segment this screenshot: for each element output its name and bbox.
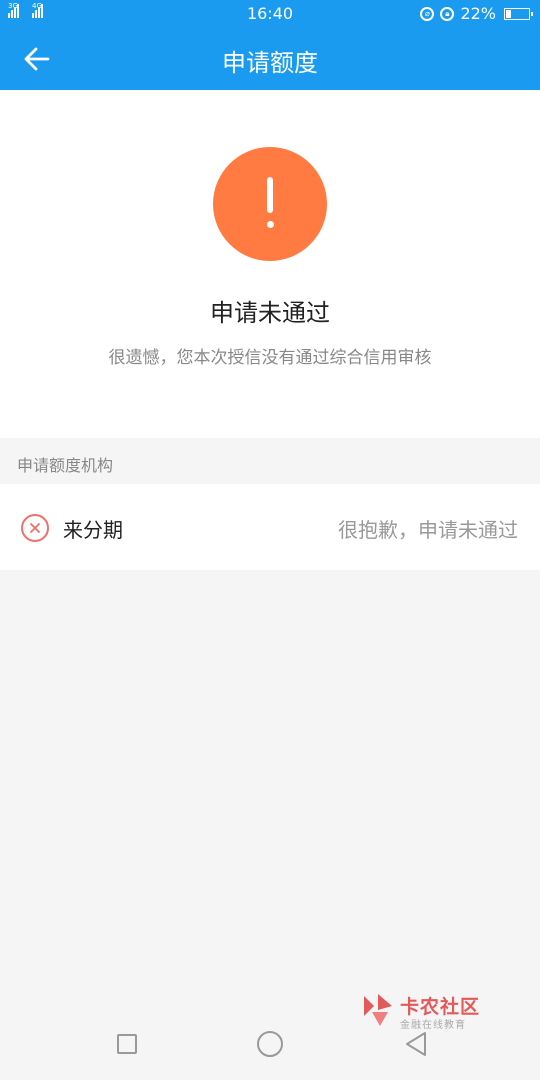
header-bar: 申请额度 [0, 28, 540, 90]
battery-level [506, 9, 511, 18]
triangle-back-icon [406, 1032, 426, 1056]
system-nav-bar [0, 1012, 540, 1080]
org-name: 来分期 [63, 518, 123, 542]
vibrate-mute-icon: ⌀ [420, 6, 435, 21]
rotation-lock-icon: 🔒︎ [440, 6, 455, 21]
exclamation-icon [213, 147, 327, 261]
home-button[interactable] [257, 1031, 283, 1057]
page-title: 申请额度 [222, 49, 318, 77]
status-right: ⌀ 🔒︎ 22% [420, 4, 533, 23]
section-header: 申请额度机构 [0, 438, 540, 484]
section-header-label: 申请额度机构 [17, 456, 114, 475]
close-circle-icon [21, 514, 49, 542]
result-description: 很遗憾，您本次授信没有通过综合信用审核 [108, 348, 432, 368]
recent-apps-button[interactable] [117, 1034, 137, 1054]
org-row[interactable]: 来分期 很抱歉，申请未通过 [0, 484, 540, 570]
result-panel: 申请未通过 很遗憾，您本次授信没有通过综合信用审核 [0, 90, 540, 438]
battery-icon [504, 7, 533, 20]
result-title: 申请未通过 [210, 299, 330, 327]
org-status: 很抱歉，申请未通过 [338, 518, 518, 542]
system-back-button[interactable] [403, 1030, 429, 1058]
battery-percent: 22% [460, 4, 496, 23]
status-bar: 3G 4G 16:40 ⌀ 🔒︎ 22% [0, 0, 540, 28]
